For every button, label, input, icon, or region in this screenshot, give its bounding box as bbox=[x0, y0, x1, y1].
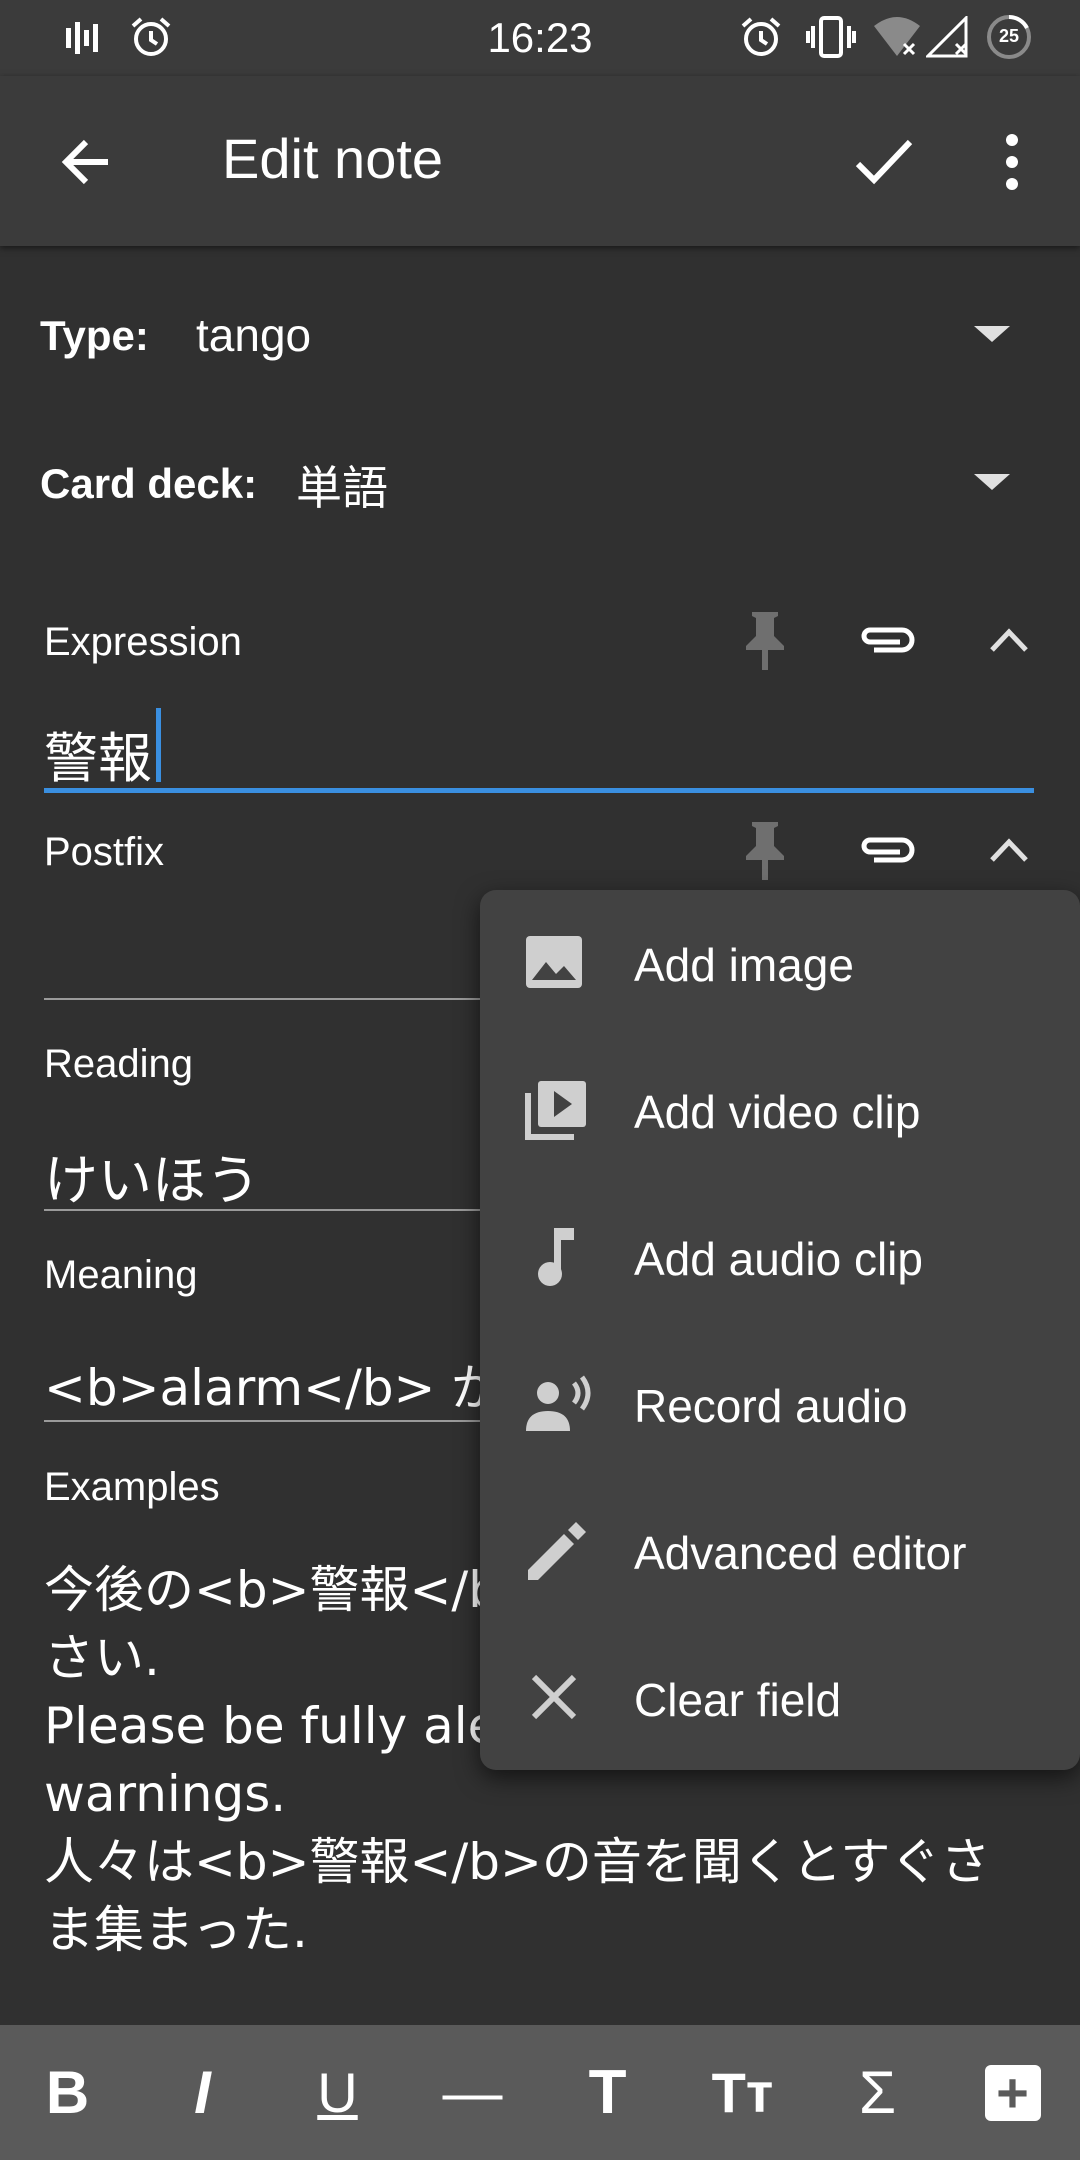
alarm-clock-icon bbox=[741, 17, 781, 56]
back-arrow-icon[interactable] bbox=[58, 134, 114, 190]
record-voice-icon bbox=[526, 1375, 591, 1431]
more-options-icon[interactable] bbox=[1002, 132, 1022, 192]
add-box-glyph: + bbox=[996, 2060, 1029, 2124]
horizontal-rule-icon: — bbox=[442, 2059, 503, 2126]
menu-item-label: Advanced editor bbox=[634, 1527, 967, 1579]
field-label-expression: Expression bbox=[44, 620, 242, 664]
menu-item-clear-field[interactable]: Clear field bbox=[480, 1625, 1080, 1772]
field-label-reading: Reading bbox=[44, 1042, 194, 1086]
menu-item-advanced-editor[interactable]: Advanced editor bbox=[480, 1478, 1080, 1625]
collapse-chevron-icon[interactable] bbox=[988, 626, 1030, 654]
title-icon: T bbox=[588, 2058, 627, 2127]
field-value-meaning[interactable]: <b>alarm</b> が鳴 bbox=[44, 1348, 551, 1420]
checkmark-icon[interactable] bbox=[854, 134, 914, 190]
close-icon bbox=[531, 1674, 577, 1720]
music-note-icon bbox=[538, 1228, 574, 1286]
menu-item-add-image[interactable]: Add image bbox=[480, 890, 1080, 1037]
pin-icon[interactable] bbox=[740, 608, 790, 670]
type-value[interactable]: tango bbox=[196, 308, 311, 362]
menu-item-add-video-clip[interactable]: Add video clip bbox=[480, 1037, 1080, 1184]
pencil-icon bbox=[528, 1522, 586, 1580]
horizontal-rule-button[interactable]: — bbox=[405, 2025, 540, 2160]
font-size-icon: Tт bbox=[711, 2061, 774, 2124]
title-button[interactable]: T bbox=[540, 2025, 675, 2160]
menu-item-label: Add image bbox=[634, 939, 854, 991]
field-value-reading[interactable]: けいほう bbox=[44, 1136, 260, 1215]
menu-item-label: Add audio clip bbox=[634, 1233, 923, 1285]
examples-line: ま集まった. bbox=[44, 1901, 308, 1959]
page-title: Edit note bbox=[222, 127, 444, 190]
mathjax-button[interactable]: Σ bbox=[810, 2025, 945, 2160]
mathjax-icon: Σ bbox=[858, 2059, 897, 2126]
attachment-icon[interactable] bbox=[856, 620, 918, 660]
status-bar: 16:23 25 bbox=[0, 0, 1080, 76]
italic-icon: I bbox=[194, 2059, 211, 2126]
bold-button[interactable]: B bbox=[0, 2025, 135, 2160]
deck-dropdown-arrow-icon[interactable] bbox=[974, 474, 1010, 490]
menu-item-label: Clear field bbox=[634, 1674, 842, 1726]
bold-icon: B bbox=[45, 2059, 90, 2126]
menu-item-label: Add video clip bbox=[634, 1086, 921, 1138]
wifi-icon bbox=[874, 17, 920, 56]
field-label-examples: Examples bbox=[44, 1465, 220, 1509]
attachment-menu: Add image Add video clip Add audio clip … bbox=[480, 890, 1080, 1770]
underline-button[interactable]: U bbox=[270, 2025, 405, 2160]
formatting-toolbar: B I U — T Tт Σ + bbox=[0, 2025, 1080, 2160]
deck-label: Card deck: bbox=[40, 460, 258, 507]
cell-signal-icon bbox=[926, 16, 968, 58]
collapse-chevron-icon[interactable] bbox=[988, 836, 1030, 864]
field-label-meaning: Meaning bbox=[44, 1253, 198, 1297]
image-icon bbox=[526, 936, 582, 988]
field-value-expression[interactable]: 警報 bbox=[44, 714, 152, 793]
add-field-button[interactable]: + bbox=[945, 2025, 1080, 2160]
battery-level: 25 bbox=[998, 26, 1020, 46]
underline-icon: U bbox=[317, 2061, 358, 2124]
vibrate-icon bbox=[806, 16, 856, 58]
menu-item-record-audio[interactable]: Record audio bbox=[480, 1331, 1080, 1478]
examples-line: 人々は<b>警報</b>の音を聞くとすぐさ bbox=[44, 1833, 991, 1891]
attachment-icon[interactable] bbox=[856, 830, 918, 870]
type-dropdown-arrow-icon[interactable] bbox=[974, 326, 1010, 342]
menu-item-label: Record audio bbox=[634, 1380, 908, 1432]
field-underline-expression bbox=[44, 788, 1034, 793]
pin-icon[interactable] bbox=[740, 818, 790, 880]
type-label: Type: bbox=[40, 312, 149, 359]
italic-button[interactable]: I bbox=[135, 2025, 270, 2160]
add-box-icon: + bbox=[984, 2060, 1041, 2124]
font-size-button[interactable]: Tт bbox=[675, 2025, 810, 2160]
deck-value[interactable]: 単語 bbox=[296, 452, 388, 518]
video-library-icon bbox=[525, 1081, 586, 1140]
field-label-postfix: Postfix bbox=[44, 830, 165, 874]
text-cursor bbox=[156, 708, 161, 782]
menu-item-add-audio-clip[interactable]: Add audio clip bbox=[480, 1184, 1080, 1331]
app-bar: Edit note bbox=[0, 76, 1080, 246]
